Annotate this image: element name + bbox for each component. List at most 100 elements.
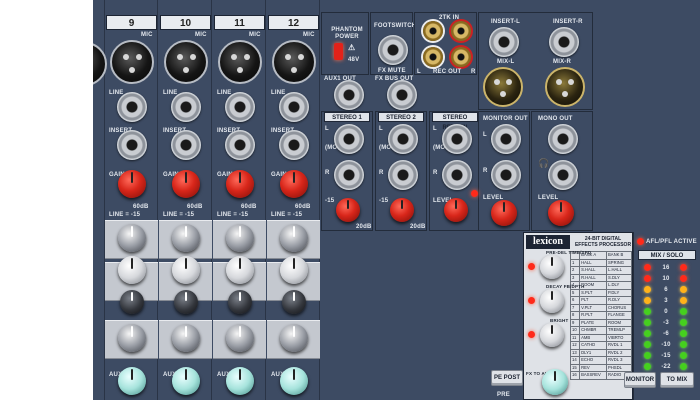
mf-gain-knob[interactable]: [120, 290, 144, 314]
lf-eq-knob[interactable]: [280, 324, 308, 352]
line-input-jack[interactable]: [225, 92, 255, 122]
aux-send-knob[interactable]: [226, 367, 254, 395]
phones-level-knob[interactable]: [548, 200, 574, 226]
fx-preset-row: 13 DLY1 RVDL 2: [569, 348, 633, 357]
footswitch-jack[interactable]: [378, 35, 408, 65]
lf-eq-knob[interactable]: [172, 324, 200, 352]
mf-gain-knob[interactable]: [174, 290, 198, 314]
meter-led-right: [680, 297, 687, 304]
line-input-jack[interactable]: [117, 92, 147, 122]
fx-preset-bank-a: BASSREV: [579, 371, 607, 380]
insert-jack[interactable]: [225, 130, 255, 160]
mono-out-jack[interactable]: [548, 124, 578, 154]
insert-r-label: INSERT-R: [553, 19, 583, 25]
fx-preset-row: 6 PLT R.DLY: [569, 296, 633, 305]
monitor-r-jack[interactable]: [491, 160, 521, 190]
phantom-voltage: 48V: [348, 57, 360, 63]
xlr-mix-r[interactable]: [545, 67, 585, 107]
lf-eq-knob[interactable]: [118, 324, 146, 352]
meter-led-right: [680, 330, 687, 337]
xlr-mic-input[interactable]: [110, 40, 154, 84]
stereo-1-r-jack[interactable]: [334, 160, 364, 190]
meter-led-right: [680, 352, 687, 359]
stereo-1-l-jack[interactable]: [334, 124, 364, 154]
mf-freq-knob[interactable]: [280, 256, 308, 284]
meter-led-left: [644, 286, 651, 293]
gain-min-label: LINE = -15: [109, 212, 141, 218]
fx-bank-b-header: BANK B: [605, 251, 633, 260]
monitor-level-knob[interactable]: [491, 200, 517, 226]
xlr-mic-input[interactable]: [218, 40, 262, 84]
two-track-in-label: 2TK IN: [439, 15, 460, 21]
stereo-return-r-jack[interactable]: [442, 160, 472, 190]
fx-bright-knob[interactable]: [540, 323, 564, 347]
insert-jack[interactable]: [279, 130, 309, 160]
stereo-2-gain-knob[interactable]: [390, 198, 414, 222]
meter-led-left: [644, 264, 651, 271]
hf-eq-knob[interactable]: [280, 224, 308, 252]
mf-gain-knob[interactable]: [282, 290, 306, 314]
gain-knob[interactable]: [226, 170, 254, 198]
pe-post-button[interactable]: PE POST: [491, 370, 523, 386]
fx-preset-row: 2 S.HALL L.HALL: [569, 266, 633, 275]
phantom-switch[interactable]: [334, 43, 343, 60]
gain-knob[interactable]: [118, 170, 146, 198]
stereo-return-level-knob[interactable]: [444, 198, 468, 222]
rca-rec-out-l[interactable]: [423, 47, 443, 67]
fx-preset-bank-a: PLT: [579, 296, 607, 305]
fx-preset-number: 8: [569, 311, 581, 320]
fx-preset-bank-b: L.HALL: [605, 266, 633, 275]
headphone-jack[interactable]: [548, 160, 578, 190]
rca-2tk-in-l[interactable]: [423, 21, 443, 41]
monitor-l-jack[interactable]: [491, 124, 521, 154]
xlr-mix-l[interactable]: [483, 67, 523, 107]
aux-send-knob[interactable]: [280, 367, 308, 395]
rca-2tk-in-r[interactable]: [451, 21, 471, 41]
meter-scale-label: -15: [661, 353, 671, 359]
stereo-2-l-jack[interactable]: [388, 124, 418, 154]
aux-send-knob[interactable]: [172, 367, 200, 395]
lf-eq-knob[interactable]: [226, 324, 254, 352]
meter-led-left: [644, 308, 651, 315]
line-input-jack[interactable]: [171, 92, 201, 122]
fx-bus-out-jack[interactable]: [387, 80, 417, 110]
insert-r-jack[interactable]: [549, 27, 579, 57]
mf-freq-knob[interactable]: [226, 256, 254, 284]
aux-send-knob[interactable]: [118, 367, 146, 395]
hf-eq-knob[interactable]: [118, 224, 146, 252]
mf-freq-knob[interactable]: [118, 256, 146, 284]
aux1-out-jack[interactable]: [334, 80, 364, 110]
mix-out-panel: INSERT-L INSERT-R MIX-L MIX-R: [478, 12, 593, 110]
hf-eq-knob[interactable]: [226, 224, 254, 252]
warning-icon: ⚠: [348, 43, 356, 52]
xlr-mic-input[interactable]: [164, 40, 208, 84]
to-mix-button[interactable]: TO MIX: [660, 372, 694, 388]
insert-jack[interactable]: [171, 130, 201, 160]
xlr-mic-input[interactable]: [272, 40, 316, 84]
rca-rec-out-r[interactable]: [451, 47, 471, 67]
fx-decay-knob[interactable]: [540, 289, 564, 313]
fx-to-aux1-knob[interactable]: [542, 369, 568, 395]
insert-jack[interactable]: [117, 130, 147, 160]
fx-time-knob[interactable]: [540, 255, 564, 279]
stereo-return-l-jack[interactable]: [442, 124, 472, 154]
stereo-2-r-jack[interactable]: [388, 160, 418, 190]
meter-led-left: [644, 319, 651, 326]
line-input-jack[interactable]: [279, 92, 309, 122]
stereo-1-gain-knob[interactable]: [336, 198, 360, 222]
fx-preset-number: 3: [569, 273, 581, 282]
hf-eq-knob[interactable]: [172, 224, 200, 252]
meter-led-left: [644, 330, 651, 337]
monitor-button[interactable]: MONITOR: [624, 372, 656, 388]
insert-l-jack[interactable]: [489, 27, 519, 57]
gain-knob[interactable]: [172, 170, 200, 198]
fx-title: 24-BIT DIGITAL EFFECTS PROCESSOR: [574, 236, 632, 248]
fx-preset-number: 9: [569, 318, 581, 327]
fx-preset-bank-a: S.HALL: [579, 266, 607, 275]
mf-gain-knob[interactable]: [228, 290, 252, 314]
fx-preset-bank-b: CHORUS: [605, 303, 633, 312]
gain-knob[interactable]: [280, 170, 308, 198]
meter-led-right: [680, 363, 687, 370]
mf-freq-knob[interactable]: [172, 256, 200, 284]
stereo-1-r-label: R: [325, 170, 330, 176]
